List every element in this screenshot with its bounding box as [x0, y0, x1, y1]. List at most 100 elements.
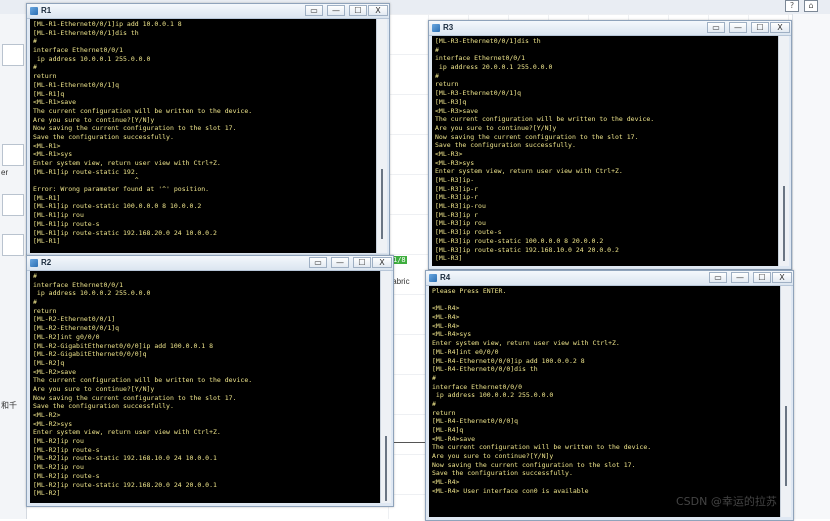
terminal-line: [ML-R1]ip route-static 192.	[33, 167, 139, 176]
terminal-line: Save the configuration successfully.	[33, 132, 174, 141]
terminal-window-r1[interactable]: R1 ▭ — ☐ X [ML-R1-Ethernet0/0/1]ip add 1…	[26, 3, 390, 257]
scrollbar[interactable]	[380, 271, 391, 503]
terminal-line: Enter system view, return user view with…	[432, 339, 620, 348]
maximize-button[interactable]: ☐	[753, 272, 771, 283]
terminal-line: [ML-R1]	[33, 193, 61, 202]
title-bar[interactable]: R4 ▭ — ☐ X	[426, 271, 793, 286]
restore-button[interactable]: ▭	[309, 257, 327, 268]
window-title: R4	[440, 273, 451, 282]
terminal-line: [ML-R2]int g0/0/0	[33, 332, 100, 341]
close-button[interactable]: X	[368, 5, 388, 16]
console-icon	[432, 24, 440, 32]
terminal-line: Enter system view, return user view with…	[33, 428, 221, 437]
device-icon[interactable]	[2, 44, 24, 66]
panel-label: er	[1, 168, 9, 177]
terminal-line: [ML-R2-Ethernet0/0/1]	[33, 315, 116, 324]
terminal-line: [ML-R2-Ethernet0/0/1]q	[33, 324, 120, 333]
terminal-line: Enter system view, return user view with…	[435, 167, 623, 176]
minimize-button[interactable]: —	[327, 5, 345, 16]
terminal-line: The current configuration will be writte…	[33, 376, 253, 385]
terminal-line: <ML-R1>save	[33, 98, 77, 107]
restore-button[interactable]: ▭	[305, 5, 323, 16]
terminal-line: [ML-R3]ip-	[435, 176, 475, 184]
device-icon[interactable]	[2, 144, 24, 166]
close-button[interactable]: X	[770, 22, 790, 33]
terminal-window-r4[interactable]: R4 ▭ — ☐ X Please Press ENTER. <ML-R4> <ML…	[425, 270, 794, 521]
scrollbar-thumb[interactable]	[783, 186, 785, 261]
panel-label: 和千	[1, 401, 17, 410]
terminal-line: Save the configuration successfully.	[432, 469, 573, 478]
terminal-line: #	[435, 45, 439, 54]
terminal-line: [ML-R4]int e0/0/0	[432, 347, 499, 356]
terminal-line: [ML-R1-Ethernet0/0/1]q	[33, 80, 120, 89]
restore-button[interactable]: ▭	[709, 272, 727, 283]
console-icon	[30, 259, 38, 267]
terminal-line: [ML-R3-Ethernet0/0/1]q	[435, 89, 522, 98]
terminal-line: #	[435, 71, 439, 80]
terminal-line: <ML-R3>	[435, 149, 463, 158]
terminal-line: [ML-R2]ip route-static 192.168.10.0 24 1…	[33, 454, 217, 463]
terminal-line: [ML-R2]	[33, 489, 61, 498]
minimize-button[interactable]: —	[729, 22, 747, 33]
scrollbar[interactable]	[376, 19, 387, 253]
title-bar[interactable]: R3 ▭ — ☐ X	[429, 21, 791, 36]
terminal-line: interface Ethernet0/0/1	[33, 280, 124, 289]
terminal-output[interactable]: Please Press ENTER. <ML-R4> <ML-R4> <ML-R4>…	[429, 286, 780, 517]
window-title: R1	[41, 6, 52, 15]
close-button[interactable]: X	[772, 272, 792, 283]
terminal-line: [ML-R1]	[33, 237, 61, 246]
terminal-line: [ML-R2-GigabitEthernet0/0/0]q	[33, 350, 147, 359]
scrollbar-thumb[interactable]	[785, 406, 787, 486]
scrollbar[interactable]	[780, 286, 791, 517]
right-panel	[792, 14, 830, 519]
terminal-output[interactable]: [ML-R1-Ethernet0/0/1]ip add 10.0.0.1 8 [M…	[30, 19, 376, 253]
terminal-line: Are you sure to continue?[Y/N]y	[432, 452, 554, 461]
maximize-button[interactable]: ☐	[349, 5, 367, 16]
terminal-line: return	[33, 72, 57, 81]
terminal-line: Now saving the current configuration to …	[432, 460, 636, 469]
title-bar[interactable]: R1 ▭ — ☐ X	[27, 4, 389, 19]
terminal-output[interactable]: # interface Ethernet0/0/1 ip address 10.0…	[30, 271, 380, 503]
maximize-button[interactable]: ☐	[751, 22, 769, 33]
terminal-line: [ML-R1]ip rou	[33, 211, 84, 220]
terminal-line: [ML-R4-Ethernet0/0/0]dis th	[432, 365, 538, 374]
link-badge: 1/8	[392, 256, 407, 264]
maximize-button[interactable]: ☐	[353, 257, 371, 268]
home-icon[interactable]: ⌂	[804, 0, 818, 12]
restore-button[interactable]: ▭	[707, 22, 725, 33]
terminal-line: [ML-R3]ip route-static 100.0.0.0 8 20.0.…	[435, 236, 604, 245]
scrollbar-thumb[interactable]	[385, 436, 387, 501]
terminal-line: The current configuration will be writte…	[432, 443, 652, 452]
device-icon[interactable]	[2, 234, 24, 256]
terminal-line: [ML-R2-GigabitEthernet0/0/0]ip add 100.0…	[33, 341, 214, 350]
terminal-line: <ML-R4>	[432, 304, 460, 313]
minimize-button[interactable]: —	[731, 272, 749, 283]
terminal-line: Are you sure to continue?[Y/N]y	[435, 123, 557, 132]
title-bar[interactable]: R2 ▭ — ☐ X	[27, 256, 393, 271]
terminal-line: [ML-R3]ip-r	[435, 184, 479, 193]
terminal-line: return	[435, 80, 459, 89]
help-icon[interactable]: ?	[785, 0, 799, 12]
window-title: R3	[443, 23, 454, 32]
terminal-line: [ML-R3]q	[435, 97, 467, 106]
terminal-line: #	[33, 272, 37, 280]
terminal-line: [ML-R3]ip-rou	[435, 202, 486, 211]
scrollbar-thumb[interactable]	[381, 169, 383, 239]
minimize-button[interactable]: —	[331, 257, 349, 268]
terminal-line: interface Ethernet0/0/1	[435, 54, 526, 63]
terminal-line: <ML-R2>sys	[33, 419, 73, 428]
terminal-line: Are you sure to continue?[Y/N]y	[33, 115, 155, 124]
terminal-line: <ML-R2>save	[33, 367, 77, 376]
terminal-window-r3[interactable]: R3 ▭ — ☐ X [ML-R3-Ethernet0/0/1]dis th # i…	[428, 20, 792, 270]
terminal-output[interactable]: [ML-R3-Ethernet0/0/1]dis th # interface Et…	[432, 36, 778, 266]
terminal-line: <ML-R4>	[432, 478, 460, 487]
terminal-line: ip address 10.0.0.1 255.0.0.0	[33, 54, 151, 63]
terminal-window-r2[interactable]: R2 ▭ — ☐ X # interface Ethernet0/0/1 ip a…	[26, 255, 394, 507]
device-icon[interactable]	[2, 194, 24, 216]
terminal-line: [ML-R3]ip route-s	[435, 228, 502, 237]
terminal-line: [ML-R3]	[435, 254, 463, 263]
scrollbar[interactable]	[778, 36, 789, 266]
terminal-line: <ML-R1>	[33, 141, 61, 150]
close-button[interactable]: X	[372, 257, 392, 268]
